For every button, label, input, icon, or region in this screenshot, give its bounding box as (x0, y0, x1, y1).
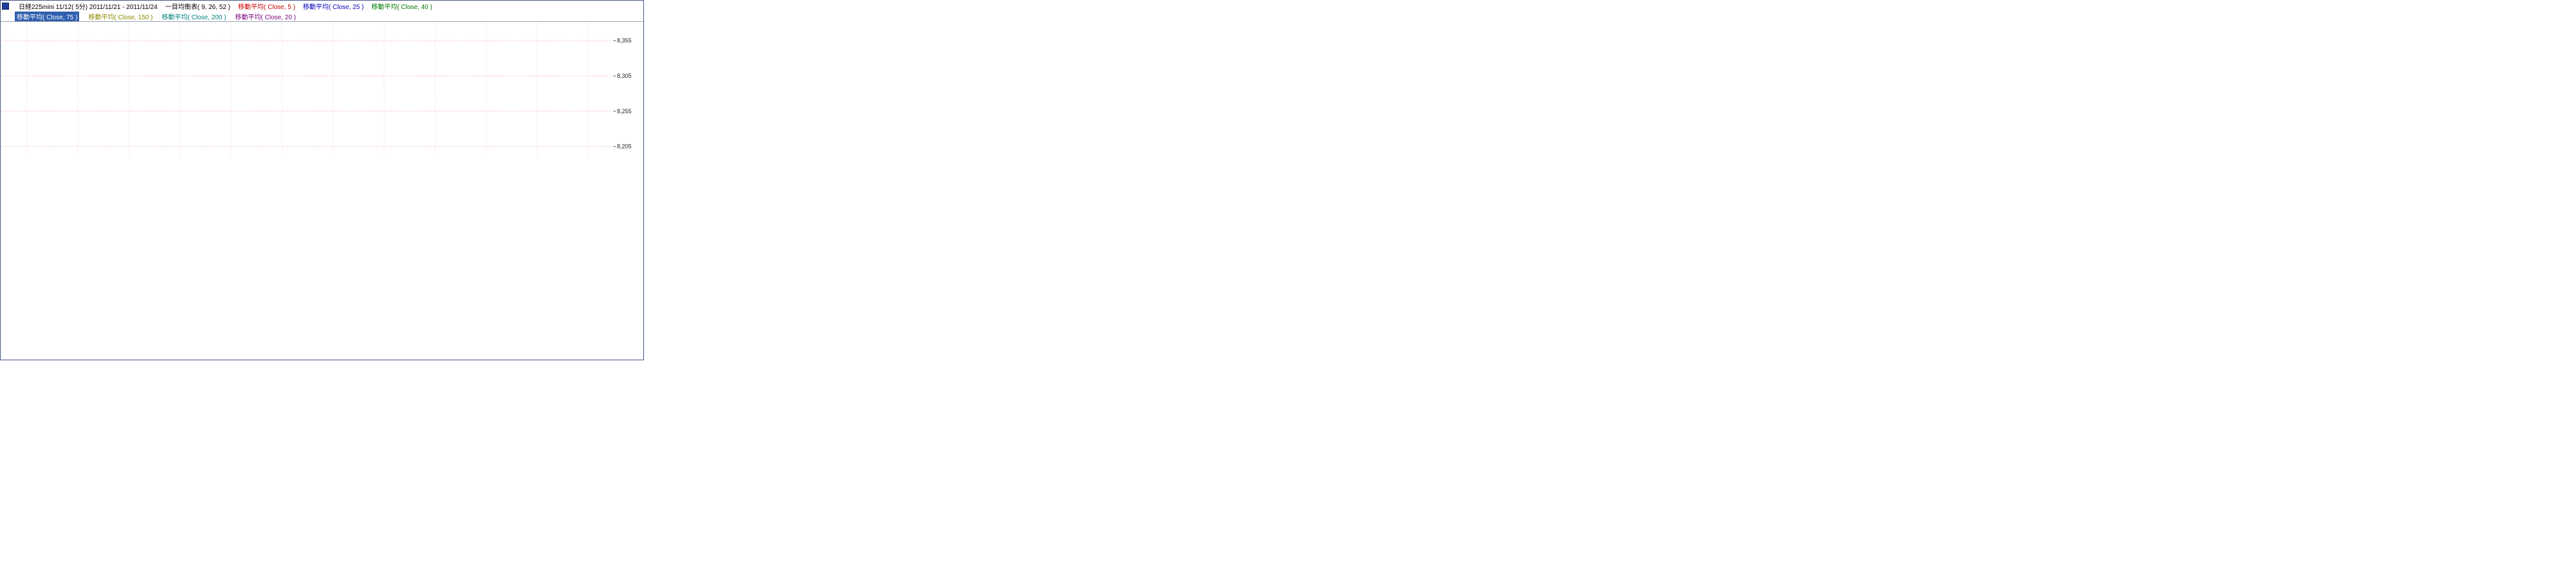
indicator-label: 移動平均( Close, 200 ) (162, 12, 226, 21)
svg-text:8,355: 8,355 (617, 37, 632, 44)
indicator-label: 移動平均( Close, 20 ) (235, 12, 296, 21)
svg-text:8,255: 8,255 (617, 108, 632, 115)
indicator-label: 一目均衡表( 9, 26, 52 ) (165, 1, 230, 11)
svg-text:8,305: 8,305 (617, 73, 632, 79)
chart-panel-1: 日経225mini 11/12( 5分) 2011/11/21 - 2011/1… (0, 0, 644, 360)
price-chart[interactable]: 8,355 8,305 8,255 8,205 (1, 22, 643, 158)
indicator-label: 移動平均( Close, 5 ) (238, 1, 295, 11)
window-icon[interactable] (2, 3, 9, 10)
panel-header: 日経225mini 11/12( 5分) 2011/11/21 - 2011/1… (1, 1, 643, 22)
indicator-label: 移動平均( Close, 75 ) (15, 12, 79, 21)
chart-panels-container: 日経225mini 11/12( 5分) 2011/11/21 - 2011/1… (0, 0, 2576, 360)
panel-title: 日経225mini 11/12( 5分) 2011/11/21 - 2011/1… (19, 1, 158, 11)
indicator-label: 移動平均( Close, 150 ) (88, 12, 152, 21)
indicator-label: 移動平均( Close, 40 ) (371, 1, 432, 11)
indicator-label: 移動平均( Close, 25 ) (303, 1, 363, 11)
svg-text:8,205: 8,205 (617, 143, 632, 150)
